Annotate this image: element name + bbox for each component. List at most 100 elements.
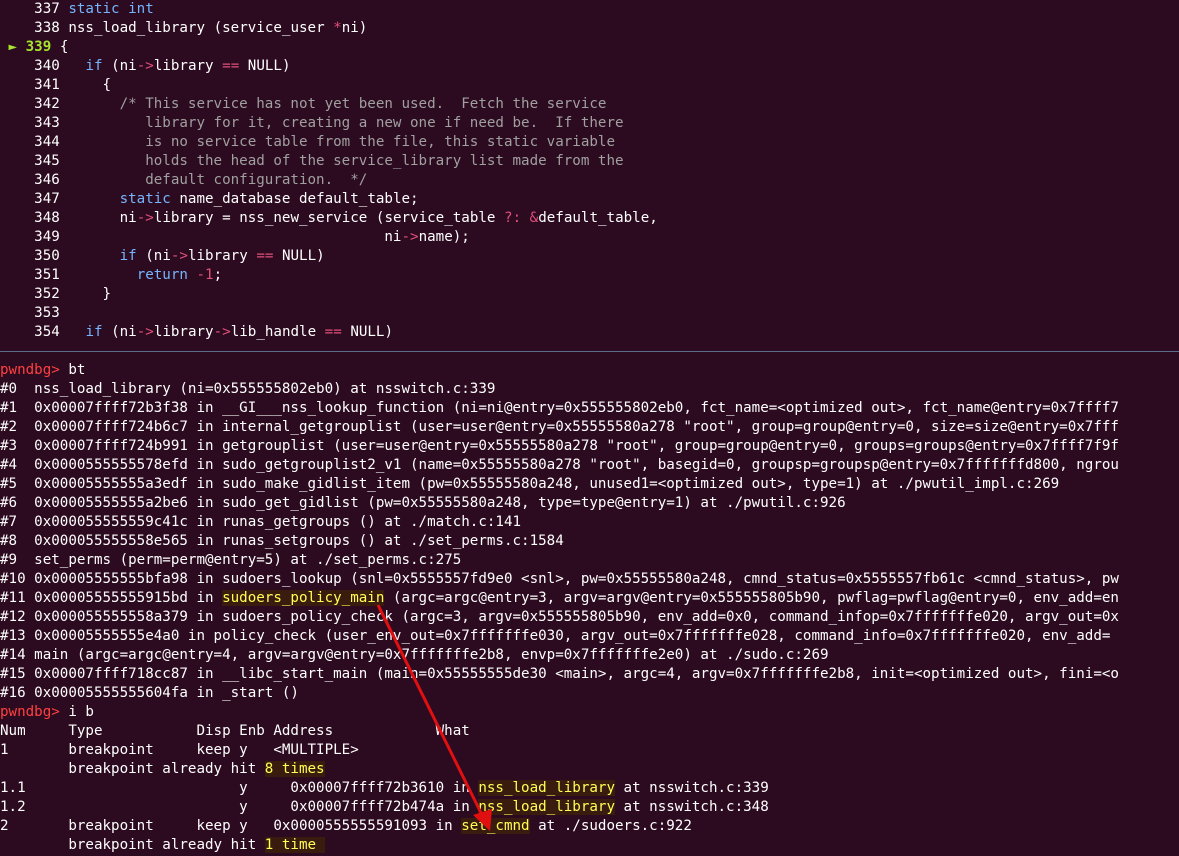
backtrace-frame: #11 0x00005555555915bd in sudoers_policy…: [0, 590, 1119, 606]
line-number: 348: [34, 210, 60, 226]
line-number: 338: [34, 20, 60, 36]
line-number: 341: [34, 77, 60, 93]
frame-text: #0 nss_load_library (ni=0x555555802eb0) …: [0, 381, 496, 397]
line-number: 346: [34, 172, 60, 188]
breakpoint-row: breakpoint already hit 8 times: [0, 760, 1179, 779]
function-highlight: nss_load_library: [478, 799, 616, 815]
frame-text: #7 0x000055555559c41c in runas_getgroups…: [0, 514, 522, 530]
source-line: 352 }: [0, 285, 1179, 304]
backtrace-frame: #2 0x00007ffff724b6c7 in internal_getgro…: [0, 418, 1179, 437]
frame-text: #4 0x0000555555578efd in sudo_getgroupli…: [0, 457, 1119, 473]
prompt: pwndbg>: [0, 704, 60, 720]
source-code: nss_load_library (service_user *ni): [68, 20, 368, 36]
breakpoint-row: 1 breakpoint keep y <MULTIPLE>: [0, 741, 1179, 760]
source-code: ni->name);: [384, 229, 470, 245]
breakpoint-row: breakpoint already hit 1 time: [0, 836, 1179, 855]
frame-text: #1 0x00007ffff72b3f38 in __GI___nss_look…: [0, 400, 1119, 416]
frame-text: #8 0x000055555558e565 in runas_setgroups…: [0, 533, 564, 549]
source-line: ► 339 {: [0, 38, 1179, 57]
row-text: 1.2 y 0x00007ffff72b474a in: [0, 799, 479, 815]
function-highlight: sudoers_policy_main: [222, 590, 385, 606]
backtrace-frame: #7 0x000055555559c41c in runas_getgroups…: [0, 513, 1179, 532]
source-line: 338 nss_load_library (service_user *ni): [0, 19, 1179, 38]
breakpoint-row: 1.2 y 0x00007ffff72b474a in nss_load_lib…: [0, 798, 1179, 817]
source-line: 346 default configuration. */: [0, 171, 1179, 190]
backtrace-frame: #9 set_perms (perm=perm@entry=5) at ./se…: [0, 551, 1179, 570]
backtrace-frame: #1 0x00007ffff72b3f38 in __GI___nss_look…: [0, 399, 1179, 418]
source-line: 343 library for it, creating a new one i…: [0, 114, 1179, 133]
backtrace-frame: #15 0x00007ffff718cc87 in __libc_start_m…: [0, 665, 1179, 684]
frame-text: #13 0x00005555555e4a0 in policy_check (u…: [0, 628, 1111, 644]
command-text: bt: [68, 362, 86, 378]
source-line: 353: [0, 304, 1179, 323]
frame-text: #16 0x00005555555604fa in _start (): [0, 685, 299, 701]
row-text: breakpoint already hit: [0, 761, 265, 777]
prompt-line: pwndbg> i b: [0, 703, 1179, 722]
backtrace-frame: #16 0x00005555555604fa in _start (): [0, 684, 1179, 703]
backtrace-frame: #4 0x0000555555578efd in sudo_getgroupli…: [0, 456, 1179, 475]
line-number: 339: [25, 39, 52, 55]
source-line: 354 if (ni->library->lib_handle == NULL): [0, 323, 1179, 342]
frame-text: #3 0x00007ffff724b991 in getgrouplist (u…: [0, 438, 1119, 454]
row-text: 1.1 y 0x00007ffff72b3610 in: [0, 780, 479, 796]
line-number: 342: [34, 96, 60, 112]
row-text: breakpoint already hit: [0, 837, 265, 853]
source-line: 344 is no service table from the file, t…: [0, 133, 1179, 152]
source-code: is no service table from the file, this …: [145, 134, 616, 150]
frame-text: #9 set_perms (perm=perm@entry=5) at ./se…: [0, 552, 462, 568]
source-code: static int: [68, 1, 154, 17]
breakpoint-table-header: Num Type Disp Enb Address What: [0, 722, 1179, 741]
source-line: 348 ni->library = nss_new_service (servi…: [0, 209, 1179, 228]
backtrace-frame: #13 0x00005555555e4a0 in policy_check (u…: [0, 627, 1179, 646]
current-line-marker: ►: [8, 39, 18, 55]
line-number: 340: [34, 58, 60, 74]
header-text: Num Type Disp Enb Address What: [0, 723, 470, 739]
source-code: return -1;: [136, 267, 223, 283]
line-number: 354: [34, 324, 60, 340]
line-number: 344: [34, 134, 60, 150]
terminal-window[interactable]: 337 static int 338 nss_load_library (ser…: [0, 0, 1179, 856]
source-code: library for it, creating a new one if ne…: [145, 115, 624, 131]
frame-text: #6 0x00005555555a2be6 in sudo_get_gidlis…: [0, 495, 846, 511]
frame-text: #15 0x00007ffff718cc87 in __libc_start_m…: [0, 666, 1119, 682]
breakpoint-row: 2 breakpoint keep y 0x0000555555591093 i…: [0, 817, 1179, 836]
function-highlight: nss_load_library: [478, 780, 616, 796]
source-line: 337 static int: [0, 0, 1179, 19]
source-line: 350 if (ni->library == NULL): [0, 247, 1179, 266]
frame-text: #2 0x00007ffff724b6c7 in internal_getgro…: [0, 419, 1119, 435]
line-number: 349: [34, 229, 60, 245]
frame-text: #12 0x000055555558a379 in sudoers_policy…: [0, 609, 1119, 625]
row-text: 2 breakpoint keep y 0x0000555555591093 i…: [0, 818, 462, 834]
line-number: 353: [34, 305, 60, 321]
line-number: 351: [34, 267, 60, 283]
panel-separator: [0, 351, 1179, 352]
prompt: pwndbg>: [0, 362, 60, 378]
source-code: }: [102, 286, 112, 302]
backtrace-frame: #0 nss_load_library (ni=0x555555802eb0) …: [0, 380, 1179, 399]
function-highlight: set_cmnd: [461, 818, 530, 834]
source-code: default configuration. */: [145, 172, 368, 188]
backtrace-frame: #5 0x00005555555a3edf in sudo_make_gidli…: [0, 475, 1179, 494]
row-text: at nsswitch.c:339: [615, 780, 769, 796]
source-code: static name_database default_table;: [119, 191, 419, 207]
command-text: i b: [68, 704, 94, 720]
backtrace-frame: #12 0x000055555558a379 in sudoers_policy…: [0, 608, 1179, 627]
line-number: 352: [34, 286, 60, 302]
line-number: 337: [34, 1, 60, 17]
backtrace-frame: #14 main (argc=argc@entry=4, argv=argv@e…: [0, 646, 1179, 665]
source-line: 349 ni->name);: [0, 228, 1179, 247]
source-line: 342 /* This service has not yet been use…: [0, 95, 1179, 114]
frame-text: #10 0x00005555555bfa98 in sudoers_lookup…: [0, 571, 1119, 587]
source-line: 351 return -1;: [0, 266, 1179, 285]
line-number: 345: [34, 153, 60, 169]
backtrace-frame: #6 0x00005555555a2be6 in sudo_get_gidlis…: [0, 494, 1179, 513]
source-code: {: [102, 77, 112, 93]
source-code: {: [59, 39, 69, 55]
source-code: if (ni->library == NULL): [119, 248, 325, 264]
row-text: at ./sudoers.c:922: [529, 818, 692, 834]
frame-text: #14 main (argc=argc@entry=4, argv=argv@e…: [0, 647, 829, 663]
function-highlight: 8 times: [264, 761, 325, 777]
frame-text: #5 0x00005555555a3edf in sudo_make_gidli…: [0, 476, 1060, 492]
row-text: 1 breakpoint keep y <MULTIPLE>: [0, 742, 359, 758]
source-code: holds the head of the service_library li…: [145, 153, 624, 169]
